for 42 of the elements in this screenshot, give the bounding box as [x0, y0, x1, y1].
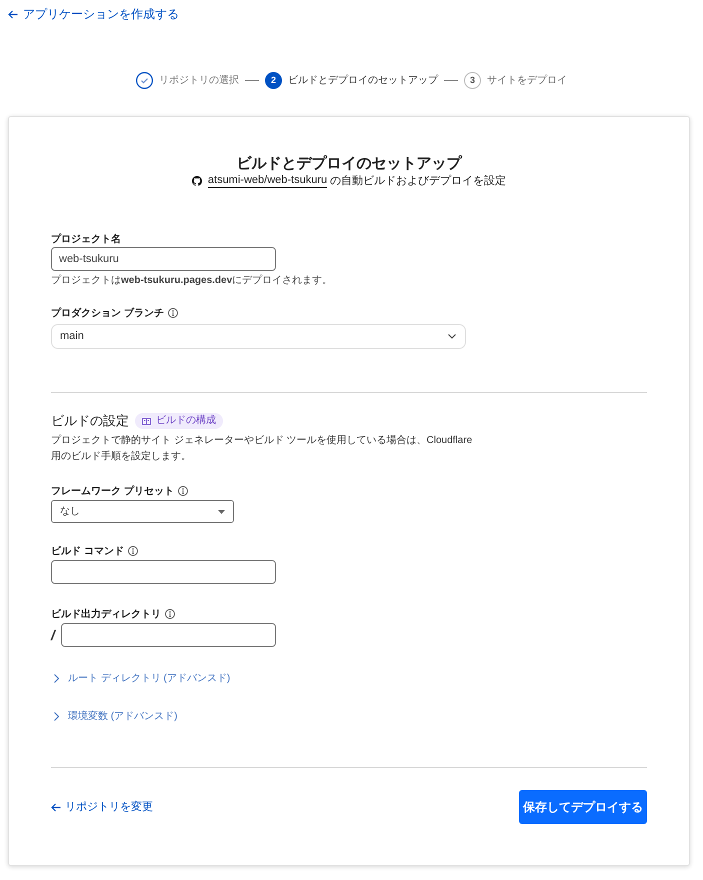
- field-label: プロジェクト名: [51, 232, 121, 246]
- chevron-right-icon: [54, 712, 59, 720]
- project-name-field[interactable]: web-tsukuru: [51, 247, 276, 271]
- github-icon: [192, 176, 202, 186]
- section-title: ビルドの設定: [51, 412, 129, 430]
- step-connector: [245, 80, 259, 81]
- field-label: ビルド出力ディレクトリ: [51, 608, 161, 622]
- arrow-left-icon: [51, 802, 61, 812]
- info-icon[interactable]: [178, 486, 188, 496]
- section-description: プロジェクトで静的サイト ジェネレーターやビルド ツールを使用している場合は、Cloudflare 用のビルド手順を設定します。: [51, 434, 474, 464]
- chevron-down-icon: [448, 334, 456, 339]
- info-icon[interactable]: [168, 308, 178, 318]
- field-label: プロダクション ブランチ: [51, 306, 164, 320]
- input-field[interactable]: [61, 623, 276, 647]
- info-icon[interactable]: [165, 609, 175, 619]
- input-field[interactable]: [51, 560, 276, 584]
- step-number: 3: [464, 72, 481, 89]
- step-label: サイトをデプロイ: [487, 74, 567, 86]
- back-link[interactable]: アプリケーションを作成する: [8, 7, 179, 21]
- caret-down-icon: [218, 510, 225, 514]
- chevron-right-icon: [54, 674, 59, 682]
- book-icon: [142, 418, 151, 424]
- step-label: リポジトリの選択: [159, 74, 239, 86]
- save-and-deploy-button[interactable]: 保存してデプロイする: [519, 790, 647, 824]
- collapsible-section[interactable]: 環境変数 (アドバンスド): [51, 708, 178, 724]
- step-connector: [444, 80, 458, 81]
- step-number: 2: [265, 72, 282, 89]
- field-label: フレームワーク プリセット: [51, 484, 174, 498]
- page-title: ビルドとデプロイのセットアップ: [236, 155, 462, 173]
- field-label: ビルド コマンド: [51, 544, 124, 558]
- framework-select[interactable]: なし: [51, 500, 234, 523]
- info-icon[interactable]: [128, 546, 138, 556]
- collapsible-section[interactable]: ルート ディレクトリ (アドバンスド): [51, 670, 230, 686]
- change-repository-link[interactable]: リポジトリを変更: [51, 798, 153, 816]
- subtitle-text: の自動ビルドおよびデプロイを設定: [330, 174, 506, 189]
- repository-link[interactable]: atsumi-web/web-tsukuru: [208, 174, 328, 188]
- helper-text: プロジェクトはweb-tsukuru.pages.devにデプロイされます。: [51, 275, 332, 287]
- branch-select[interactable]: main: [51, 324, 466, 349]
- step-label: ビルドとデプロイのセットアップ: [288, 74, 438, 86]
- arrow-left-icon: [8, 10, 18, 18]
- docs-badge[interactable]: ビルドの構成: [135, 413, 223, 429]
- path-prefix: /: [51, 626, 57, 644]
